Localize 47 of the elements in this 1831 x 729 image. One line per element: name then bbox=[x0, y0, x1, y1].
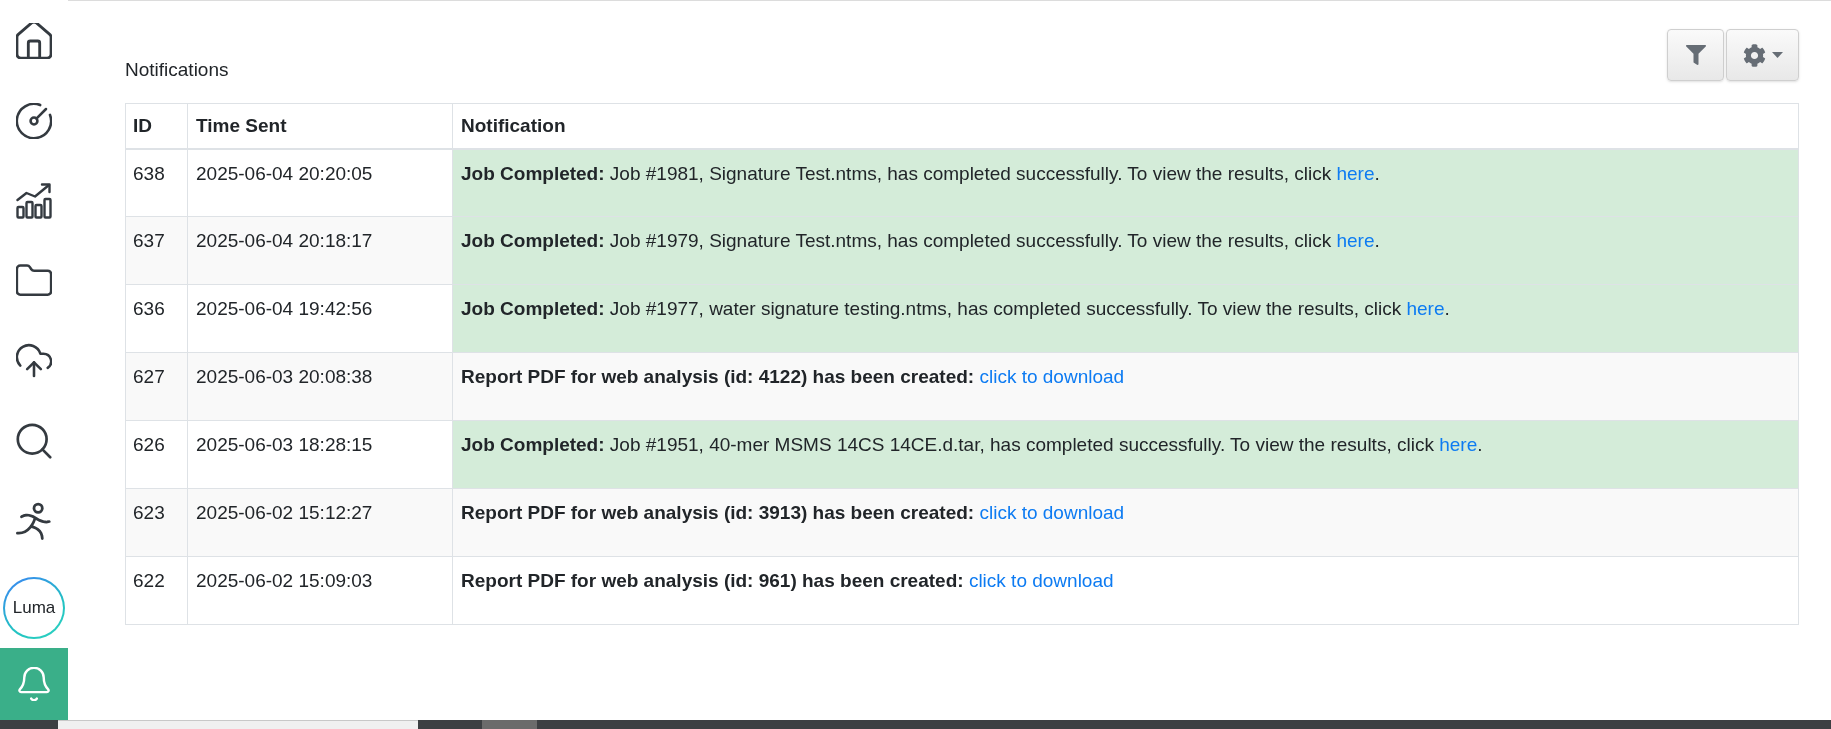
time-sent: 2025-06-04 20:18:17 bbox=[196, 230, 373, 251]
strip-marker bbox=[482, 720, 537, 729]
download-link[interactable]: click to download bbox=[979, 366, 1125, 387]
column-header: Notification bbox=[461, 115, 566, 136]
settings-button[interactable] bbox=[1726, 29, 1799, 81]
download-link[interactable]: click to download bbox=[968, 570, 1114, 591]
cloud-upload-icon bbox=[16, 343, 52, 379]
notification-message: Job Completed: Job #1979, Signature Test.ntms, has completed successfully. To view the results, click here. bbox=[461, 230, 1380, 251]
results-link[interactable]: here bbox=[1439, 434, 1478, 455]
time-sent: 2025-06-02 15:09:03 bbox=[196, 570, 373, 591]
search-icon bbox=[16, 423, 52, 459]
download-link[interactable]: click to download bbox=[979, 502, 1125, 523]
bell-icon bbox=[17, 667, 51, 701]
notification-message: Job Completed: Job #1951, 40-mer MSMS 14CS 14CE.d.tar, has completed successfully. To view the results, click here. bbox=[461, 434, 1483, 455]
caret-down-icon bbox=[1771, 52, 1783, 58]
settings-icon bbox=[1742, 43, 1766, 67]
notification-id: 638 bbox=[133, 162, 165, 184]
notification-id: 627 bbox=[133, 366, 165, 387]
column-header: ID bbox=[133, 115, 152, 136]
time-sent: 2025-06-02 15:12:27 bbox=[196, 502, 373, 523]
notification-message: Report PDF for web analysis (id: 3913) has been created: click to download bbox=[461, 502, 1125, 523]
filter-icon bbox=[1685, 45, 1706, 65]
time-sent: 2025-06-04 20:20:05 bbox=[196, 162, 373, 184]
time-sent: 2025-06-04 19:42:56 bbox=[196, 298, 373, 319]
notification-id: 622 bbox=[133, 570, 165, 591]
notification-message: Job Completed: Job #1977, water signature testing.ntms, has completed successfully. To view the results, click here. bbox=[461, 298, 1450, 319]
home-icon bbox=[16, 23, 52, 59]
time-sent: 2025-06-03 18:28:15 bbox=[196, 434, 373, 455]
gauge-icon bbox=[16, 103, 52, 139]
folder-icon bbox=[16, 263, 52, 299]
results-link[interactable]: here bbox=[1336, 230, 1375, 251]
notification-id: 637 bbox=[133, 230, 165, 251]
page-title: Notifications bbox=[125, 58, 229, 82]
column-header: Time Sent bbox=[196, 115, 287, 136]
running-person-icon bbox=[15, 502, 53, 540]
notification-message: Report PDF for web analysis (id: 961) has been created: click to download bbox=[461, 570, 1114, 591]
filter-button[interactable] bbox=[1667, 29, 1724, 81]
notification-id: 623 bbox=[133, 502, 165, 523]
notification-message: Report PDF for web analysis (id: 4122) has been created: click to download bbox=[461, 366, 1125, 387]
chart-icon bbox=[16, 183, 52, 219]
results-link[interactable]: here bbox=[1336, 162, 1375, 184]
nav-item[interactable]: Luma bbox=[0, 561, 68, 648]
time-sent: 2025-06-03 20:08:38 bbox=[196, 366, 373, 387]
notification-message: Job Completed: Job #1981, Signature Test.ntms, has completed successfully. To view the results, click here. bbox=[461, 162, 1380, 184]
results-link[interactable]: here bbox=[1406, 298, 1445, 319]
notification-id: 626 bbox=[133, 434, 165, 455]
notification-id: 636 bbox=[133, 298, 165, 319]
